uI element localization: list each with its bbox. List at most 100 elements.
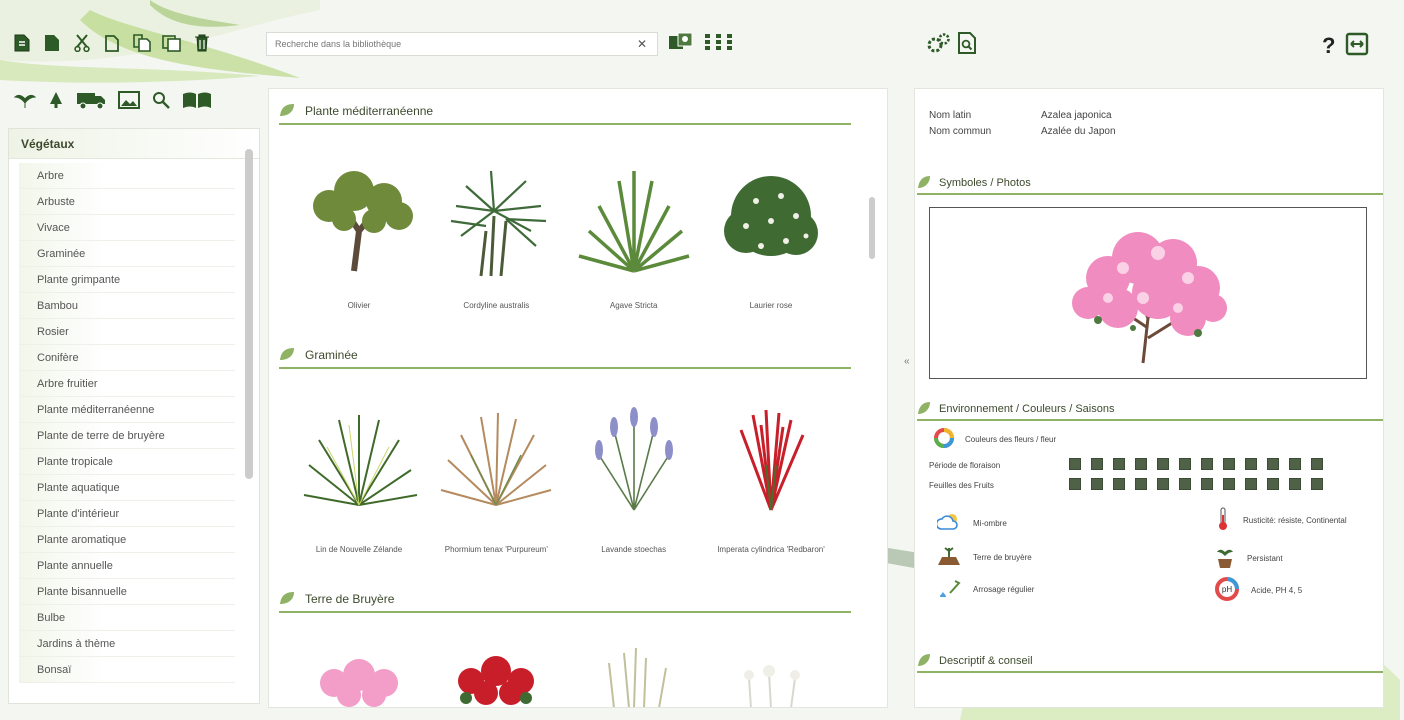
detail-toolbar	[926, 32, 976, 57]
paste-icon[interactable]	[132, 32, 152, 54]
plant-card[interactable]	[293, 643, 425, 707]
plant-thumbnail	[723, 176, 818, 256]
sidebar-item[interactable]: Bonsaï	[19, 657, 235, 683]
environment-section-header: Environnement / Couleurs / Saisons	[917, 399, 1383, 421]
sidebar-item[interactable]: Plante de terre de bruyère	[19, 423, 235, 449]
plant-label: Cordyline australis	[463, 301, 530, 310]
clear-search-icon[interactable]: ✕	[635, 37, 649, 51]
sidebar-item[interactable]: Bulbe	[19, 605, 235, 631]
sidebar-item[interactable]: Bambou	[19, 293, 235, 319]
section-header[interactable]: Graminée	[279, 343, 851, 369]
environment-item-label: Terre de bruyère	[973, 552, 1032, 562]
plant-card[interactable]	[430, 643, 562, 707]
plant-card[interactable]: Cordyline australis	[430, 161, 562, 310]
settings-icon[interactable]	[926, 32, 952, 57]
month-square	[1179, 478, 1191, 490]
new-file-icon[interactable]	[12, 32, 32, 54]
sidebar-item[interactable]: Plante d'intérieur	[19, 501, 235, 527]
plant-thumbnail	[594, 407, 673, 511]
plant-card[interactable]: Agave Stricta	[568, 161, 700, 310]
plant-card[interactable]: Lin de Nouvelle Zélande	[293, 405, 425, 554]
plant-card[interactable]	[568, 643, 700, 707]
plant-label: Agave Stricta	[609, 301, 658, 310]
sidebar-item[interactable]: Plante annuelle	[19, 553, 235, 579]
search-icon[interactable]	[152, 91, 170, 112]
sidebar-item[interactable]: Jardins à thème	[19, 631, 235, 657]
duplicate-icon[interactable]	[162, 32, 182, 54]
copy-icon[interactable]	[102, 32, 122, 54]
month-square	[1069, 458, 1081, 470]
sidebar-item[interactable]: Plante grimpante	[19, 267, 235, 293]
plant-label: Imperata cylindrica 'Redbaron'	[717, 545, 825, 554]
color-wheel-icon[interactable]	[933, 427, 955, 451]
sidebar-item[interactable]: Plante tropicale	[19, 449, 235, 475]
image-icon[interactable]	[118, 91, 140, 112]
cut-icon[interactable]	[72, 32, 92, 54]
section-title: Terre de Bruyère	[305, 592, 395, 606]
leaf-pot-icon	[1215, 545, 1235, 571]
sidebar-scroll-thumb[interactable]	[245, 149, 253, 479]
plant-card[interactable]: Imperata cylindrica 'Redbaron'	[705, 405, 837, 554]
sidebar-item[interactable]: Plante aromatique	[19, 527, 235, 553]
help-button[interactable]: ?	[1322, 33, 1335, 59]
sidebar-item[interactable]: Rosier	[19, 319, 235, 345]
collapse-panel-arrow-icon[interactable]: «	[904, 356, 910, 367]
month-square	[1289, 458, 1301, 470]
soil-icon	[937, 545, 961, 569]
environment-item: Persistant	[1215, 545, 1283, 571]
grid-view-icon[interactable]	[704, 32, 734, 55]
sidebar-item[interactable]: Conifère	[19, 345, 235, 371]
sidebar-item[interactable]: Plante méditerranéenne	[19, 397, 235, 423]
sidebar-item[interactable]: Plante bisannuelle	[19, 579, 235, 605]
truck-icon[interactable]	[76, 90, 106, 113]
plant-grid	[279, 643, 851, 707]
photo-view-icon[interactable]	[668, 32, 694, 55]
sidebar-item[interactable]: Arbre fruitier	[19, 371, 235, 397]
plant-thumbnail	[607, 647, 667, 707]
open-file-icon[interactable]	[42, 32, 62, 54]
description-section-header: Descriptif & conseil	[917, 651, 1383, 673]
month-square	[1179, 458, 1191, 470]
plant-card[interactable]: Lavande stoechas	[568, 405, 700, 554]
catalog-scroll-thumb[interactable]	[869, 197, 875, 259]
plant-card[interactable]: Laurier rose	[705, 161, 837, 310]
sidebar-item[interactable]: Arbre	[19, 163, 235, 189]
library-search[interactable]: ✕	[266, 32, 658, 56]
plant-label: Lavande stoechas	[601, 545, 667, 554]
sidebar-item[interactable]: Vivace	[19, 215, 235, 241]
plant-grid: Lin de Nouvelle Zélande Phormium tenax 'P…	[279, 405, 851, 554]
tree-icon[interactable]	[48, 91, 64, 112]
section-header[interactable]: Terre de Bruyère	[279, 587, 851, 613]
section-header[interactable]: Plante méditerranéenne	[279, 99, 851, 125]
search-input[interactable]	[275, 39, 635, 49]
delete-icon[interactable]	[192, 32, 212, 54]
latin-name-value: Azalea japonica	[1041, 109, 1112, 121]
view-toolbar	[668, 32, 734, 55]
sidebar-scrollbar[interactable]	[245, 133, 257, 699]
leaf-bullet-icon	[917, 401, 931, 418]
environment-section-title: Environnement / Couleurs / Saisons	[939, 403, 1115, 415]
expand-panel-icon[interactable]	[1345, 32, 1369, 59]
environment-item: Arrosage régulier	[937, 577, 1034, 601]
plant-card[interactable]: Olivier	[293, 161, 425, 310]
month-square	[1157, 458, 1169, 470]
thermometer-icon	[1215, 507, 1231, 533]
plant-catalog: Plante méditerranéenne Olivier Cordyline a…	[268, 88, 888, 708]
catalog-scrollbar[interactable]	[869, 93, 883, 703]
preview-icon[interactable]	[958, 32, 976, 57]
sidebar-item[interactable]: Graminée	[19, 241, 235, 267]
library-icon[interactable]	[182, 91, 212, 112]
sidebar-item[interactable]: Plante aquatique	[19, 475, 235, 501]
sidebar-item[interactable]: Arbuste	[19, 189, 235, 215]
flower-color-label: Couleurs des fleurs / fleur	[965, 434, 1057, 444]
foliage-row: Feuilles des Fruits	[929, 477, 1379, 493]
plant-thumbnail	[743, 665, 800, 707]
vegetal-icon[interactable]	[13, 91, 37, 112]
plant-photo[interactable]	[929, 207, 1367, 379]
plant-card[interactable]	[705, 643, 837, 707]
month-square	[1113, 458, 1125, 470]
plant-thumbnail	[303, 415, 418, 506]
catalog-section: Plante méditerranéenne Olivier Cordyline a…	[279, 99, 851, 310]
plant-card[interactable]: Phormium tenax 'Purpureum'	[430, 405, 562, 554]
month-square	[1267, 478, 1279, 490]
